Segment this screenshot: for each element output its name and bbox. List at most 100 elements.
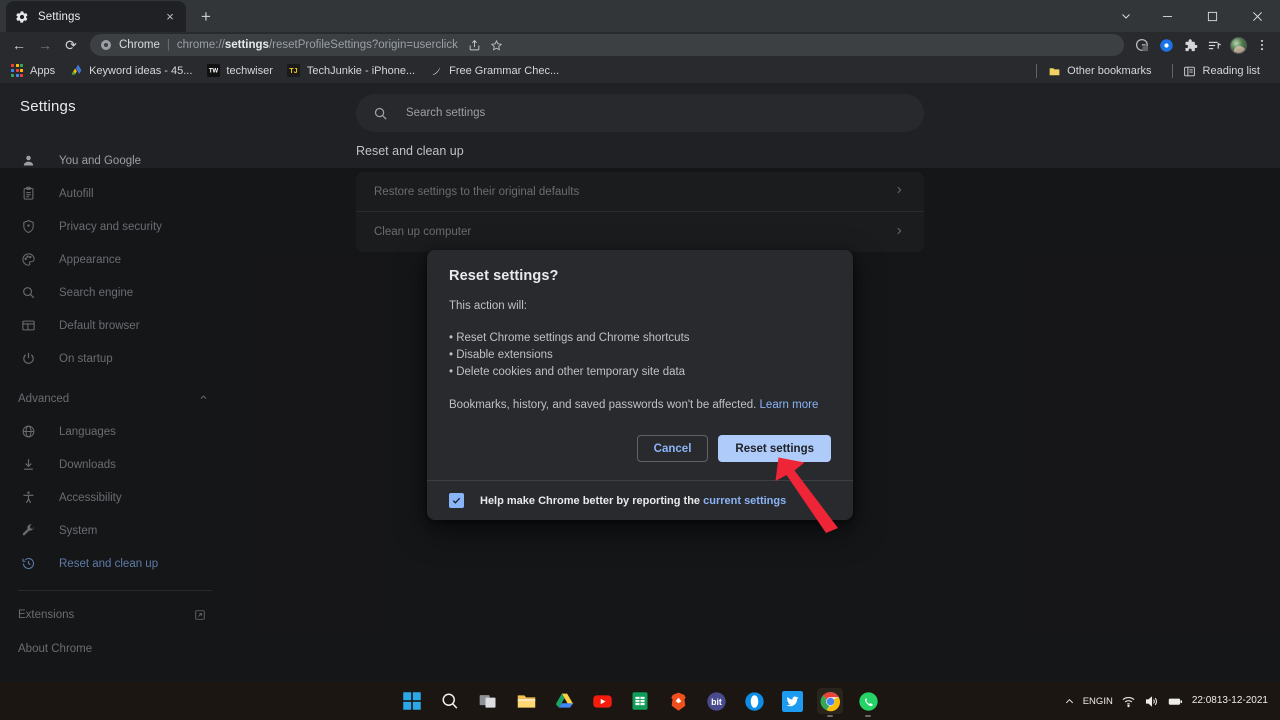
divider: [1171, 64, 1173, 78]
person-icon: [20, 152, 37, 169]
bookmark-keyword-ideas[interactable]: Keyword ideas - 45...: [67, 61, 200, 81]
settings-header: Settings Search settings: [0, 84, 1280, 132]
svg-text:TW: TW: [209, 69, 219, 75]
reading-list-button[interactable]: Reading list: [1181, 61, 1268, 81]
opera-icon[interactable]: [741, 688, 767, 714]
bookmark-label: TechJunkie - iPhone...: [306, 64, 416, 77]
other-bookmarks-button[interactable]: Other bookmarks: [1045, 61, 1159, 81]
dialog-title: Reset settings?: [449, 268, 559, 284]
folder-icon: [1047, 64, 1061, 78]
browser-toolbar: ← → ⟳ Chrome | chrome://settings/resetPr…: [0, 32, 1280, 58]
omnibox-site-label: Chrome: [119, 39, 160, 51]
list-item: • Delete cookies and other temporary sit…: [449, 366, 686, 378]
new-tab-button[interactable]: +: [192, 2, 220, 30]
file-explorer-icon[interactable]: [513, 688, 539, 714]
whatsapp-icon[interactable]: [855, 688, 881, 717]
windows-taskbar: bit ENG IN 22:08 13-12-2021: [0, 682, 1280, 720]
dialog-footer-label: Help make Chrome better by reporting the…: [480, 495, 786, 507]
red-arrow-annotation: [760, 440, 870, 550]
bookmark-techjunkie[interactable]: TJ TechJunkie - iPhone...: [285, 61, 423, 81]
clock-time: 22:08: [1191, 695, 1217, 706]
site-info-icon[interactable]: [99, 39, 112, 52]
section-heading: Reset and clean up: [356, 144, 464, 158]
star-icon[interactable]: [486, 34, 508, 56]
clock[interactable]: 22:08 13-12-2021: [1192, 695, 1272, 707]
divider: [1036, 64, 1038, 78]
region-code: IN: [1103, 695, 1113, 707]
maximize-icon[interactable]: [1190, 0, 1235, 32]
learn-more-link[interactable]: Learn more: [760, 399, 819, 411]
tj-icon: TJ: [287, 64, 301, 78]
tab-settings[interactable]: Settings ×: [6, 1, 186, 32]
brave-icon[interactable]: [665, 688, 691, 714]
close-icon[interactable]: ×: [162, 9, 178, 25]
extensions-puzzle-icon[interactable]: [1178, 33, 1202, 57]
search-placeholder: Search settings: [406, 107, 486, 119]
address-bar[interactable]: Chrome | chrome://settings/resetProfileS…: [90, 34, 1124, 56]
apps-grid-icon: [10, 64, 24, 78]
search-icon[interactable]: [437, 688, 463, 714]
bookmarks-bar-right: Other bookmarks Reading list: [1028, 58, 1272, 84]
minimize-icon[interactable]: [1145, 0, 1190, 32]
browser-window: Settings × + ← → ⟳ Chrome | chrome://set…: [0, 0, 1280, 720]
bookmark-label: techwiser: [226, 64, 273, 77]
taskbar-apps: bit: [399, 688, 881, 717]
chrome-menu-icon[interactable]: [1250, 33, 1274, 57]
toolbar-extension-icons: [1130, 33, 1274, 57]
reading-list-label: Reading list: [1202, 65, 1260, 77]
bookmark-free-grammar-checker[interactable]: Free Grammar Chec...: [427, 61, 567, 81]
volume-icon[interactable]: [1144, 694, 1159, 709]
svg-text:TJ: TJ: [290, 68, 298, 75]
footer-text: Help make Chrome better by reporting the: [480, 494, 701, 507]
chevron-down-icon[interactable]: [1107, 0, 1145, 32]
battery-icon[interactable]: [1167, 693, 1184, 710]
language-code: ENG: [1082, 695, 1104, 707]
google-chrome-icon[interactable]: [817, 688, 843, 717]
avatar: [1229, 36, 1247, 54]
profile-avatar[interactable]: [1226, 33, 1250, 57]
bookmark-apps[interactable]: Apps: [8, 61, 63, 81]
back-button[interactable]: ←: [6, 32, 32, 58]
search-settings-input[interactable]: Search settings: [356, 94, 924, 132]
dialog-note: Bookmarks, history, and saved passwords …: [449, 399, 831, 411]
twitter-icon[interactable]: [779, 688, 805, 714]
reload-button[interactable]: ⟳: [58, 32, 84, 58]
task-view-icon[interactable]: [475, 688, 501, 714]
system-tray: ENG IN 22:08 13-12-2021: [1064, 682, 1272, 720]
grammarly-quill-icon: [429, 64, 443, 78]
url-prefix: chrome://: [176, 39, 225, 51]
url-bold: settings: [224, 39, 269, 51]
tab-title: Settings: [38, 10, 81, 23]
grammarly-icon[interactable]: [1130, 33, 1154, 57]
google-sheets-icon[interactable]: [627, 688, 653, 714]
bitly-icon[interactable]: bit: [703, 688, 729, 714]
bookmarks-bar: Apps Keyword ideas - 45... TW techwiser …: [0, 58, 1280, 84]
url-suffix: /resetProfileSettings?origin=userclick: [268, 39, 458, 51]
bookmark-label: Apps: [30, 64, 56, 77]
bookmark-techwiser[interactable]: TW techwiser: [204, 61, 280, 81]
window-controls: [1107, 0, 1280, 32]
reading-list-icon[interactable]: [1202, 33, 1226, 57]
tray-overflow-icon[interactable]: [1064, 696, 1075, 707]
omnibox-actions: [464, 34, 508, 56]
circle-blue-icon[interactable]: [1154, 33, 1178, 57]
list-item: • Disable extensions: [449, 349, 553, 361]
forward-button[interactable]: →: [32, 32, 58, 58]
start-windows-icon[interactable]: [399, 688, 425, 714]
omnibox-separator: |: [166, 39, 170, 51]
google-drive-icon[interactable]: [551, 688, 577, 714]
sidebar-item-label: You and Google: [59, 154, 142, 167]
reading-list-panel-icon: [1183, 64, 1197, 78]
close-window-icon[interactable]: [1235, 0, 1280, 32]
share-icon[interactable]: [464, 34, 486, 56]
language-indicator[interactable]: ENG IN: [1083, 696, 1113, 707]
report-settings-checkbox[interactable]: [449, 493, 464, 508]
youtube-icon[interactable]: [589, 688, 615, 714]
dialog-lead-text: This action will:: [449, 300, 527, 312]
wifi-icon[interactable]: [1121, 694, 1136, 709]
other-bookmarks-label: Other bookmarks: [1067, 65, 1152, 77]
list-item: • Reset Chrome settings and Chrome short…: [449, 332, 690, 344]
tw-icon: TW: [206, 64, 220, 78]
cancel-button[interactable]: Cancel: [636, 435, 709, 462]
page-title: Settings: [20, 98, 76, 115]
